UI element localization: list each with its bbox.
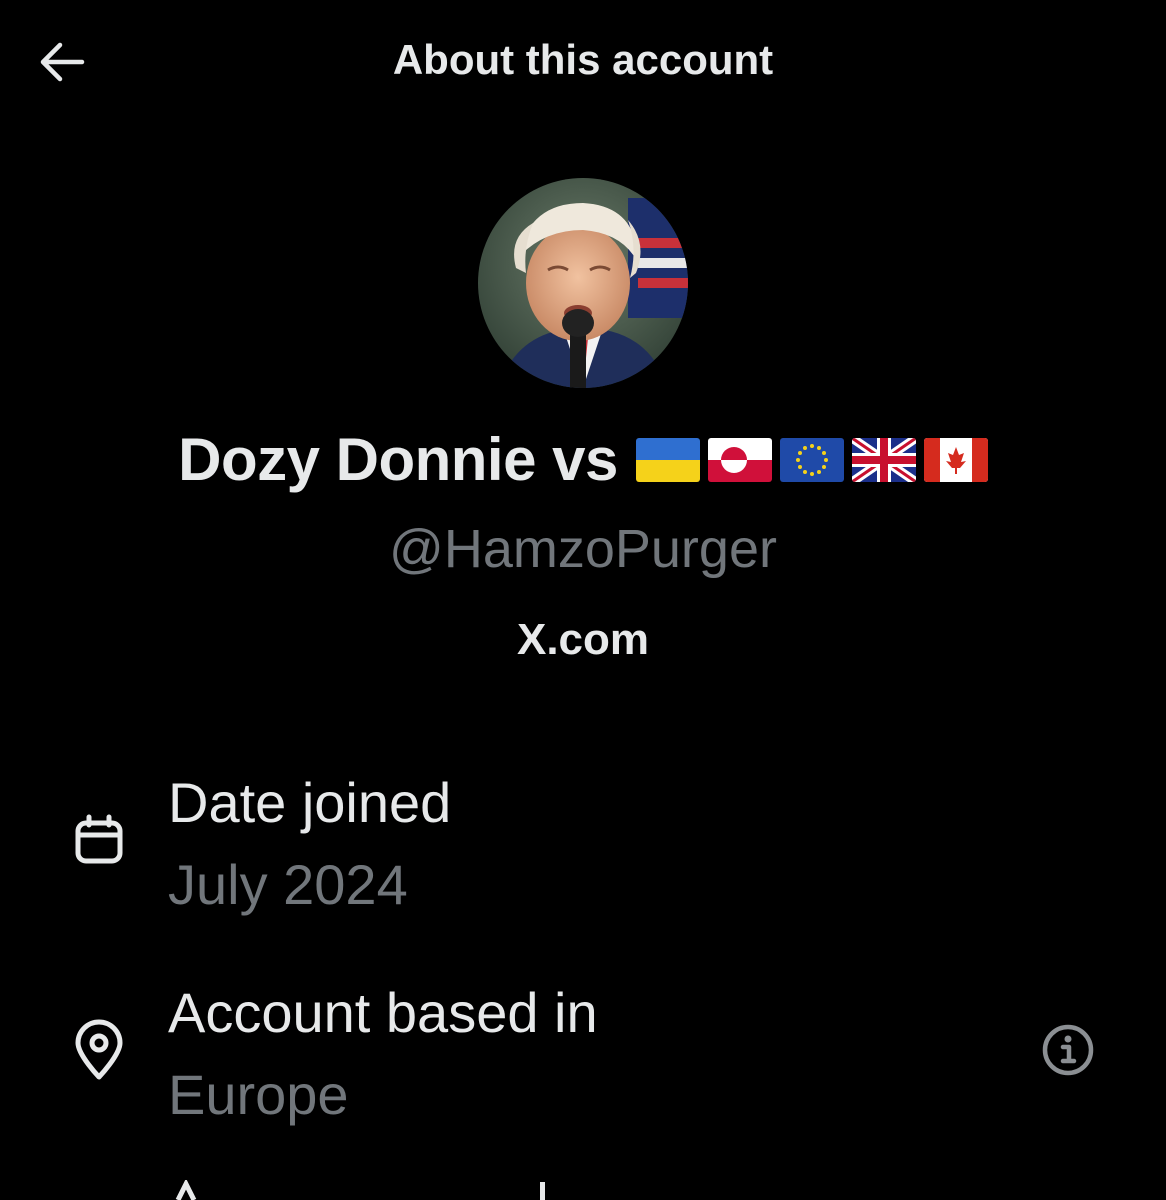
date-joined-row: Date joined July 2024 xyxy=(0,770,1166,920)
account-based-in-row: Account based in Europe xyxy=(0,980,1166,1130)
date-joined-label: Date joined xyxy=(168,771,452,834)
page-title: About this account xyxy=(392,36,774,83)
source-label: X.com xyxy=(516,615,650,664)
account-based-in-label: Account based in xyxy=(168,981,598,1044)
account-based-in-value: Europe xyxy=(168,1063,349,1126)
display-name: Dozy Donnie vs xyxy=(0,425,1166,494)
location-pin-icon xyxy=(64,1015,134,1085)
flag-greenland xyxy=(707,437,772,482)
flag-uk xyxy=(851,437,916,482)
flag-eu xyxy=(779,437,844,482)
account-handle: @HamzoPurger xyxy=(389,519,777,579)
next-row-partial xyxy=(168,1180,588,1200)
display-name-text: Dozy Donnie vs xyxy=(178,426,618,493)
date-joined-value: July 2024 xyxy=(168,853,408,916)
info-button[interactable] xyxy=(1036,1018,1100,1082)
avatar[interactable] xyxy=(478,178,688,388)
flag-emoji-group xyxy=(635,437,988,482)
profile-photo xyxy=(478,178,688,388)
info-icon xyxy=(1042,1024,1094,1076)
top-bar: About this account xyxy=(0,0,1166,120)
flag-ukraine xyxy=(635,437,700,482)
calendar-icon xyxy=(64,805,134,875)
flag-canada xyxy=(923,437,988,482)
